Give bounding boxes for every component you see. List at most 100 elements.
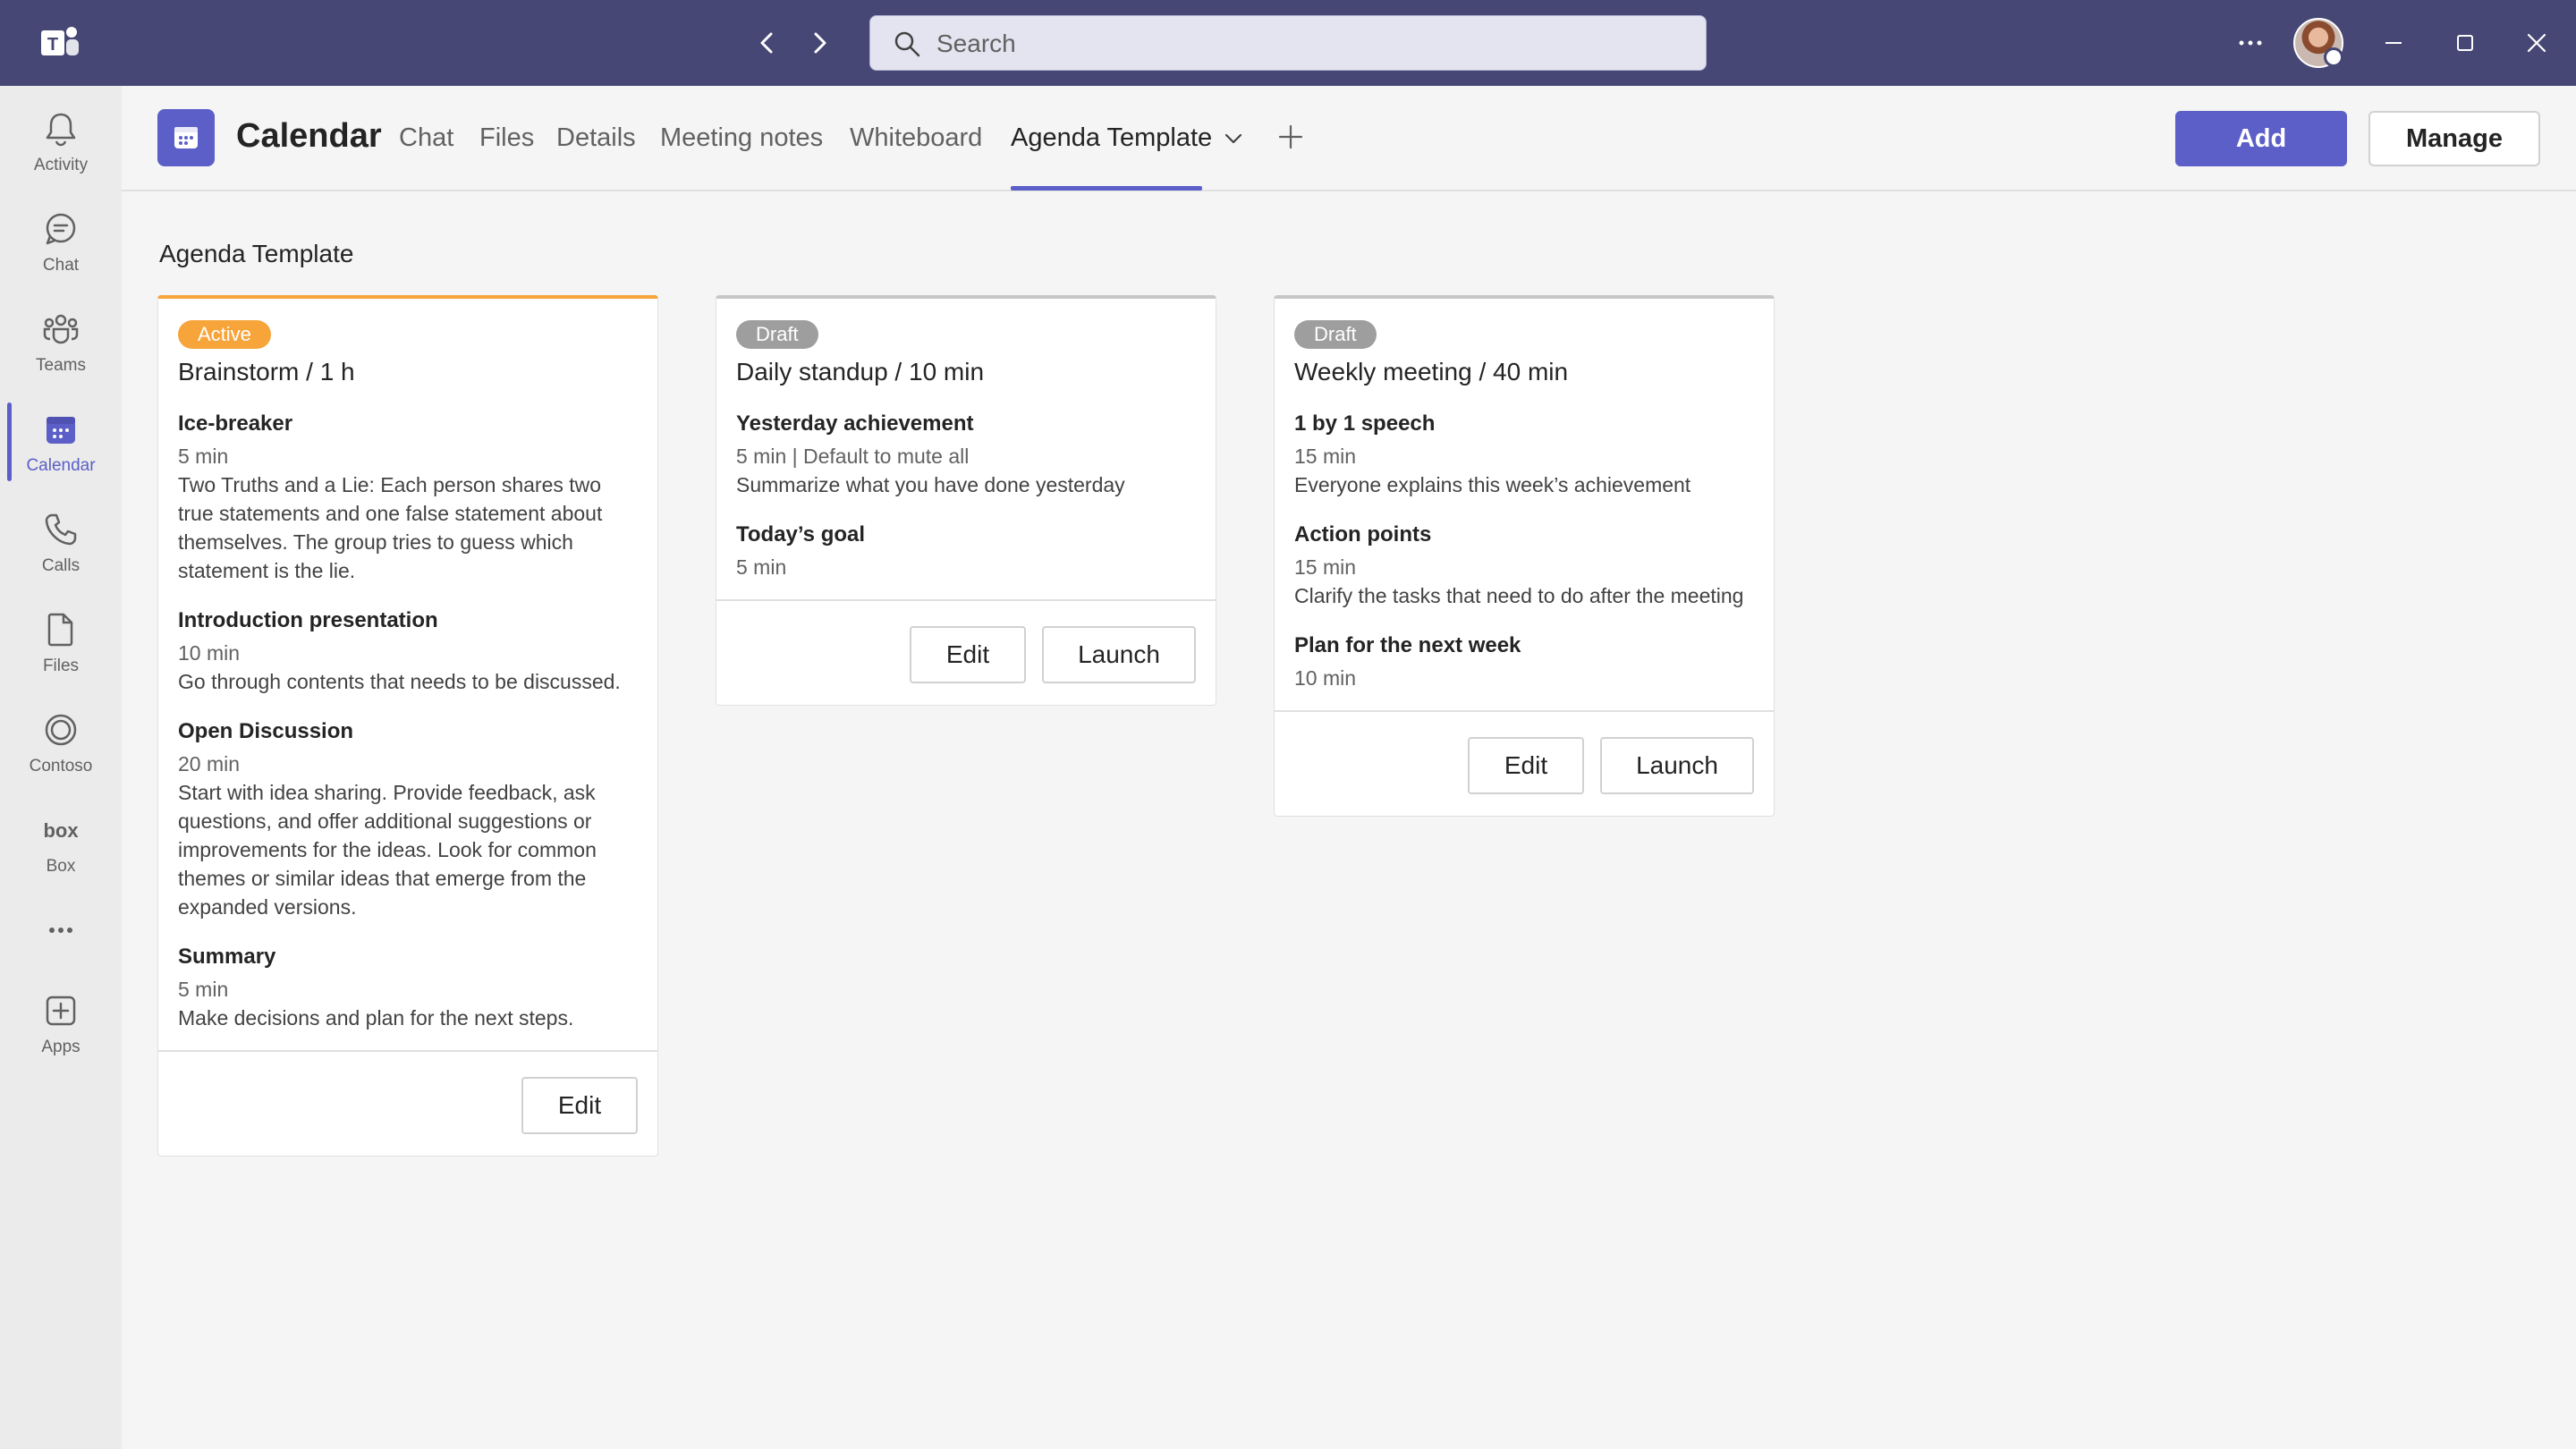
page-title: Calendar — [236, 117, 382, 155]
agenda-card-daily-standup: Draft Daily standup / 10 min Yesterday a… — [716, 295, 1216, 706]
rail-item-more[interactable] — [0, 900, 122, 953]
search-input[interactable] — [935, 16, 1672, 72]
calendar-app-icon — [157, 109, 215, 166]
card-title: Daily standup / 10 min — [736, 358, 985, 386]
agenda-item: Yesterday achievement 5 min | Default to… — [736, 410, 1196, 499]
search-icon — [894, 31, 920, 57]
close-icon[interactable] — [2519, 25, 2555, 61]
rail-item-teams[interactable]: Teams — [0, 299, 122, 392]
add-apps-icon — [46, 996, 76, 1026]
edit-button[interactable]: Edit — [910, 626, 1026, 683]
launch-button[interactable]: Launch — [1600, 737, 1754, 794]
agenda-item-description: Summarize what you have done yesterday — [736, 473, 1125, 496]
agenda-item-description: Clarify the tasks that need to do after … — [1294, 584, 1744, 607]
agenda-item-name: Yesterday achievement — [736, 411, 974, 436]
phone-icon — [45, 513, 77, 546]
launch-button[interactable]: Launch — [1042, 626, 1196, 683]
edit-button[interactable]: Edit — [521, 1077, 638, 1134]
card-footer: Edit — [158, 1050, 657, 1156]
search-box[interactable] — [869, 15, 1707, 72]
agenda-item-description: Make decisions and plan for the next ste… — [178, 1006, 574, 1030]
presence-status-icon — [2324, 47, 2343, 67]
rail-item-box[interactable]: box Box — [0, 800, 122, 893]
agenda-item-description: Start with idea sharing. Provide feedbac… — [178, 781, 597, 919]
rail-item-files[interactable]: Files — [0, 599, 122, 692]
teams-icon — [43, 314, 79, 344]
back-arrow-icon[interactable] — [751, 27, 784, 59]
calendar-icon — [47, 417, 75, 444]
agenda-item: Action points 15 min Clarify the tasks t… — [1294, 521, 1754, 610]
manage-button[interactable]: Manage — [2368, 111, 2540, 166]
status-badge: Draft — [736, 320, 818, 349]
agenda-item-description: Everyone explains this week’s achievemen… — [1294, 473, 1691, 496]
agenda-item: Summary 5 min Make decisions and plan fo… — [178, 943, 638, 1032]
box-icon: box — [43, 819, 79, 842]
status-badge: Active — [178, 320, 271, 349]
agenda-item-name: Action points — [1294, 522, 1432, 547]
rail-label-chat: Chat — [42, 256, 80, 275]
card-title: Weekly meeting / 40 min — [1294, 358, 1569, 386]
rail-label-contoso: Contoso — [29, 757, 93, 775]
agenda-item-duration: 10 min — [1294, 666, 1357, 690]
tab-whiteboard[interactable]: Whiteboard — [850, 122, 982, 154]
agenda-item-name: Plan for the next week — [1294, 633, 1521, 657]
active-tab-indicator — [1011, 186, 1202, 191]
agenda-item-name: Today’s goal — [736, 522, 866, 547]
agenda-item: Introduction presentation 10 min Go thro… — [178, 606, 638, 696]
svg-text:box: box — [43, 819, 79, 842]
agenda-item-name: Summary — [178, 945, 276, 969]
rail-label-box: Box — [46, 857, 76, 876]
rail-label-calendar: Calendar — [26, 456, 96, 475]
agenda-item: 1 by 1 speech 15 min Everyone explains t… — [1294, 410, 1754, 499]
app-rail: Activity Chat Teams Calendar Calls Files… — [0, 86, 122, 1449]
rail-item-chat[interactable]: Chat — [0, 199, 122, 292]
card-title: Brainstorm / 1 h — [178, 358, 355, 386]
tab-chat[interactable]: Chat — [399, 122, 453, 154]
svg-text:T: T — [47, 35, 58, 55]
agenda-item-duration: 10 min — [178, 641, 241, 665]
maximize-icon[interactable] — [2447, 25, 2483, 61]
file-icon — [47, 613, 73, 647]
rail-label-apps: Apps — [41, 1038, 80, 1056]
tab-meeting-notes[interactable]: Meeting notes — [660, 122, 823, 154]
tab-details[interactable]: Details — [556, 122, 636, 154]
add-tab-icon[interactable] — [1274, 120, 1308, 154]
rail-label-activity: Activity — [33, 156, 89, 174]
rail-label-teams: Teams — [36, 356, 86, 375]
agenda-item-duration: 5 min — [178, 978, 229, 1001]
rail-label-files: Files — [42, 657, 80, 675]
agenda-item-name: Introduction presentation — [178, 608, 438, 632]
teams-logo-icon[interactable]: T — [39, 23, 80, 63]
rail-item-contoso[interactable]: Contoso — [0, 699, 122, 792]
agenda-item-name: 1 by 1 speech — [1294, 411, 1436, 436]
tab-agenda-template[interactable]: Agenda Template — [1011, 122, 1212, 154]
minimize-icon[interactable] — [2376, 25, 2411, 61]
agenda-item-description: Two Truths and a Lie: Each person shares… — [178, 473, 603, 582]
rail-item-calendar[interactable]: Calendar — [0, 399, 122, 492]
more-icon[interactable] — [2233, 25, 2268, 61]
rail-item-calls[interactable]: Calls — [0, 499, 122, 592]
rail-item-apps[interactable]: Apps — [0, 980, 122, 1073]
status-badge: Draft — [1294, 320, 1377, 349]
rail-item-activity[interactable]: Activity — [0, 98, 122, 191]
agenda-card-brainstorm: Active Brainstorm / 1 h Ice-breaker 5 mi… — [157, 295, 658, 1157]
card-footer: Edit Launch — [716, 599, 1216, 705]
agenda-item: Open Discussion 20 min Start with idea s… — [178, 717, 638, 921]
agenda-item-duration: 5 min | Default to mute all — [736, 445, 970, 468]
forward-arrow-icon[interactable] — [803, 27, 835, 59]
calendar-grid-icon — [174, 127, 198, 148]
edit-button[interactable]: Edit — [1468, 737, 1584, 794]
agenda-item-duration: 5 min — [178, 445, 229, 468]
add-button[interactable]: Add — [2175, 111, 2347, 166]
agenda-item-duration: 15 min — [1294, 445, 1357, 468]
agenda-item: Ice-breaker 5 min Two Truths and a Lie: … — [178, 410, 638, 585]
tab-files[interactable]: Files — [479, 122, 534, 154]
bell-icon — [46, 113, 76, 147]
agenda-item-description: Go through contents that needs to be dis… — [178, 670, 621, 693]
agenda-card-weekly-meeting: Draft Weekly meeting / 40 min 1 by 1 spe… — [1274, 295, 1775, 817]
chevron-down-icon[interactable] — [1222, 127, 1245, 150]
agenda-item-duration: 15 min — [1294, 555, 1357, 579]
agenda-item: Today’s goal 5 min — [736, 521, 1196, 581]
section-title: Agenda Template — [159, 240, 354, 267]
agenda-item-name: Open Discussion — [178, 719, 354, 743]
